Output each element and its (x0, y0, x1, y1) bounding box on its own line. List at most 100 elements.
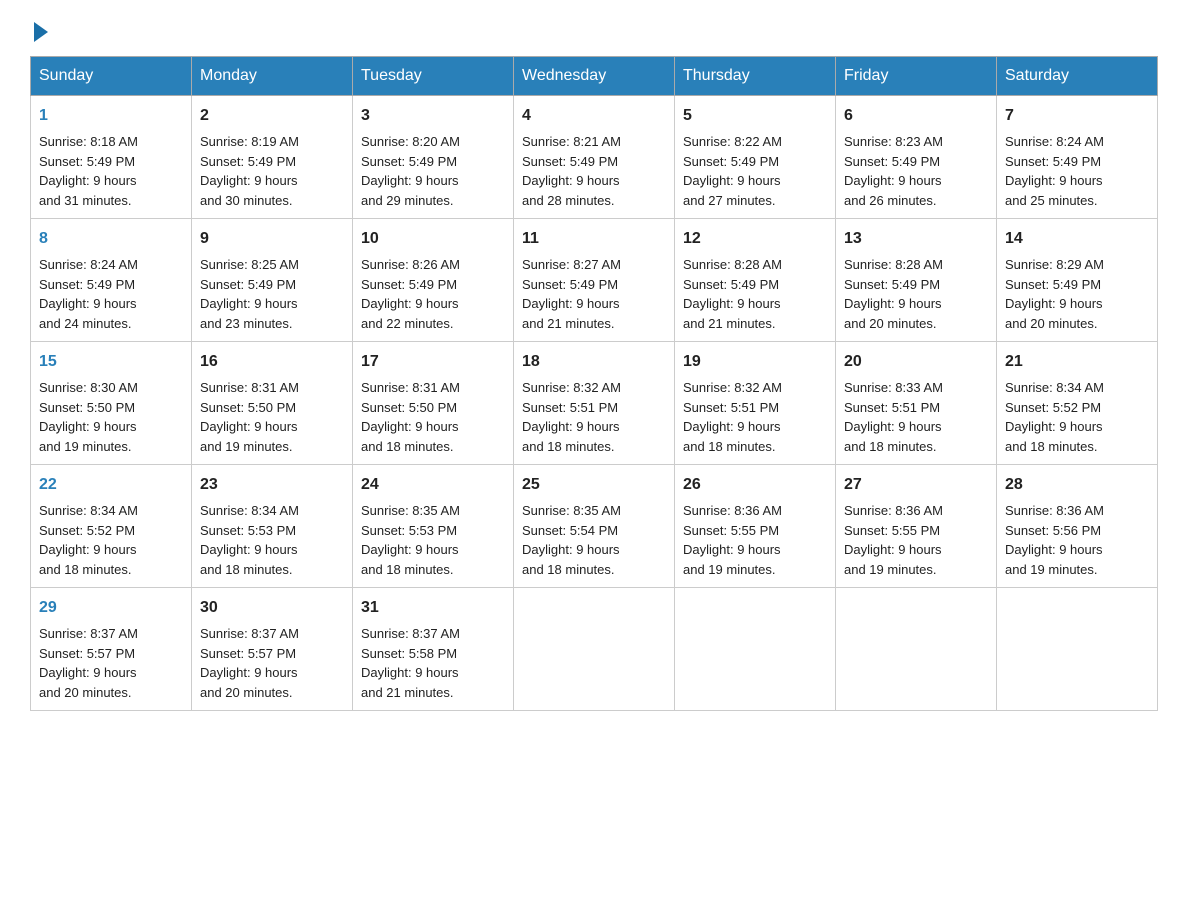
calendar-cell: 7 Sunrise: 8:24 AMSunset: 5:49 PMDaylight… (997, 96, 1158, 219)
calendar-cell (836, 588, 997, 711)
weekday-header-friday: Friday (836, 57, 997, 96)
day-info: Sunrise: 8:29 AMSunset: 5:49 PMDaylight:… (1005, 255, 1149, 333)
calendar-cell: 18Sunrise: 8:32 AMSunset: 5:51 PMDayligh… (514, 342, 675, 465)
day-info: Sunrise: 8:28 AMSunset: 5:49 PMDaylight:… (683, 255, 827, 333)
day-number: 26 (683, 473, 827, 497)
day-number: 4 (522, 104, 666, 128)
day-number: 28 (1005, 473, 1149, 497)
day-info: Sunrise: 8:34 AMSunset: 5:53 PMDaylight:… (200, 501, 344, 579)
weekday-header-wednesday: Wednesday (514, 57, 675, 96)
calendar-cell: 20 Sunrise: 8:33 AMSunset: 5:51 PMDayligh… (836, 342, 997, 465)
day-info: Sunrise: 8:35 AMSunset: 5:54 PMDaylight:… (522, 501, 666, 579)
day-number: 3 (361, 104, 505, 128)
weekday-header-thursday: Thursday (675, 57, 836, 96)
day-number: 17 (361, 350, 505, 374)
calendar-cell: 19Sunrise: 8:32 AMSunset: 5:51 PMDayligh… (675, 342, 836, 465)
calendar-cell: 6 Sunrise: 8:23 AMSunset: 5:49 PMDaylight… (836, 96, 997, 219)
calendar-cell: 4 Sunrise: 8:21 AMSunset: 5:49 PMDaylight… (514, 96, 675, 219)
day-number: 31 (361, 596, 505, 620)
calendar-cell: 31 Sunrise: 8:37 AMSunset: 5:58 PMDayligh… (353, 588, 514, 711)
calendar-cell: 3 Sunrise: 8:20 AMSunset: 5:49 PMDaylight… (353, 96, 514, 219)
calendar-cell (997, 588, 1158, 711)
calendar-cell: 25 Sunrise: 8:35 AMSunset: 5:54 PMDayligh… (514, 465, 675, 588)
calendar-cell: 29 Sunrise: 8:37 AMSunset: 5:57 PMDayligh… (31, 588, 192, 711)
weekday-header-sunday: Sunday (31, 57, 192, 96)
day-number: 11 (522, 227, 666, 251)
day-number: 24 (361, 473, 505, 497)
calendar-cell: 15 Sunrise: 8:30 AMSunset: 5:50 PMDayligh… (31, 342, 192, 465)
calendar-cell: 1 Sunrise: 8:18 AMSunset: 5:49 PMDaylight… (31, 96, 192, 219)
day-number: 19 (683, 350, 827, 374)
calendar-cell: 30 Sunrise: 8:37 AMSunset: 5:57 PMDayligh… (192, 588, 353, 711)
day-info: Sunrise: 8:18 AMSunset: 5:49 PMDaylight:… (39, 132, 183, 210)
day-number: 20 (844, 350, 988, 374)
calendar-cell: 11 Sunrise: 8:27 AMSunset: 5:49 PMDayligh… (514, 219, 675, 342)
calendar-week-row: 22 Sunrise: 8:34 AMSunset: 5:52 PMDayligh… (31, 465, 1158, 588)
calendar-cell: 2 Sunrise: 8:19 AMSunset: 5:49 PMDaylight… (192, 96, 353, 219)
day-number: 16 (200, 350, 344, 374)
weekday-header-tuesday: Tuesday (353, 57, 514, 96)
calendar-cell: 28 Sunrise: 8:36 AMSunset: 5:56 PMDayligh… (997, 465, 1158, 588)
day-info: Sunrise: 8:34 AMSunset: 5:52 PMDaylight:… (39, 501, 183, 579)
calendar-cell: 27 Sunrise: 8:36 AMSunset: 5:55 PMDayligh… (836, 465, 997, 588)
day-info: Sunrise: 8:31 AMSunset: 5:50 PMDaylight:… (361, 378, 505, 456)
day-info: Sunrise: 8:27 AMSunset: 5:49 PMDaylight:… (522, 255, 666, 333)
day-info: Sunrise: 8:24 AMSunset: 5:49 PMDaylight:… (1005, 132, 1149, 210)
day-number: 6 (844, 104, 988, 128)
weekday-header-monday: Monday (192, 57, 353, 96)
day-info: Sunrise: 8:30 AMSunset: 5:50 PMDaylight:… (39, 378, 183, 456)
day-number: 30 (200, 596, 344, 620)
day-info: Sunrise: 8:24 AMSunset: 5:49 PMDaylight:… (39, 255, 183, 333)
day-info: Sunrise: 8:33 AMSunset: 5:51 PMDaylight:… (844, 378, 988, 456)
day-number: 10 (361, 227, 505, 251)
day-info: Sunrise: 8:20 AMSunset: 5:49 PMDaylight:… (361, 132, 505, 210)
day-number: 2 (200, 104, 344, 128)
day-info: Sunrise: 8:34 AMSunset: 5:52 PMDaylight:… (1005, 378, 1149, 456)
calendar-cell: 26Sunrise: 8:36 AMSunset: 5:55 PMDayligh… (675, 465, 836, 588)
day-number: 18 (522, 350, 666, 374)
day-number: 8 (39, 227, 183, 251)
calendar-week-row: 29 Sunrise: 8:37 AMSunset: 5:57 PMDayligh… (31, 588, 1158, 711)
calendar-cell: 16Sunrise: 8:31 AMSunset: 5:50 PMDayligh… (192, 342, 353, 465)
calendar-cell (675, 588, 836, 711)
day-number: 25 (522, 473, 666, 497)
calendar-week-row: 8 Sunrise: 8:24 AMSunset: 5:49 PMDaylight… (31, 219, 1158, 342)
day-info: Sunrise: 8:23 AMSunset: 5:49 PMDaylight:… (844, 132, 988, 210)
day-info: Sunrise: 8:26 AMSunset: 5:49 PMDaylight:… (361, 255, 505, 333)
logo (30, 20, 48, 38)
day-number: 1 (39, 104, 183, 128)
calendar-week-row: 1 Sunrise: 8:18 AMSunset: 5:49 PMDaylight… (31, 96, 1158, 219)
day-info: Sunrise: 8:37 AMSunset: 5:57 PMDaylight:… (200, 624, 344, 702)
day-info: Sunrise: 8:37 AMSunset: 5:57 PMDaylight:… (39, 624, 183, 702)
calendar-cell: 14 Sunrise: 8:29 AMSunset: 5:49 PMDayligh… (997, 219, 1158, 342)
day-info: Sunrise: 8:36 AMSunset: 5:55 PMDaylight:… (844, 501, 988, 579)
day-number: 15 (39, 350, 183, 374)
day-info: Sunrise: 8:37 AMSunset: 5:58 PMDaylight:… (361, 624, 505, 702)
day-number: 29 (39, 596, 183, 620)
calendar-cell: 12 Sunrise: 8:28 AMSunset: 5:49 PMDayligh… (675, 219, 836, 342)
calendar-cell: 13Sunrise: 8:28 AMSunset: 5:49 PMDayligh… (836, 219, 997, 342)
calendar-cell: 22 Sunrise: 8:34 AMSunset: 5:52 PMDayligh… (31, 465, 192, 588)
calendar-cell: 24Sunrise: 8:35 AMSunset: 5:53 PMDayligh… (353, 465, 514, 588)
day-info: Sunrise: 8:19 AMSunset: 5:49 PMDaylight:… (200, 132, 344, 210)
calendar-table: SundayMondayTuesdayWednesdayThursdayFrid… (30, 56, 1158, 711)
calendar-cell: 8 Sunrise: 8:24 AMSunset: 5:49 PMDaylight… (31, 219, 192, 342)
day-number: 5 (683, 104, 827, 128)
calendar-cell (514, 588, 675, 711)
day-number: 12 (683, 227, 827, 251)
day-number: 7 (1005, 104, 1149, 128)
day-number: 14 (1005, 227, 1149, 251)
weekday-header-row: SundayMondayTuesdayWednesdayThursdayFrid… (31, 57, 1158, 96)
day-number: 22 (39, 473, 183, 497)
day-number: 27 (844, 473, 988, 497)
calendar-cell: 5Sunrise: 8:22 AMSunset: 5:49 PMDaylight… (675, 96, 836, 219)
day-info: Sunrise: 8:21 AMSunset: 5:49 PMDaylight:… (522, 132, 666, 210)
day-number: 21 (1005, 350, 1149, 374)
page-header (30, 20, 1158, 38)
calendar-cell: 9Sunrise: 8:25 AMSunset: 5:49 PMDaylight… (192, 219, 353, 342)
day-number: 23 (200, 473, 344, 497)
day-info: Sunrise: 8:36 AMSunset: 5:56 PMDaylight:… (1005, 501, 1149, 579)
day-number: 13 (844, 227, 988, 251)
day-number: 9 (200, 227, 344, 251)
calendar-cell: 21 Sunrise: 8:34 AMSunset: 5:52 PMDayligh… (997, 342, 1158, 465)
